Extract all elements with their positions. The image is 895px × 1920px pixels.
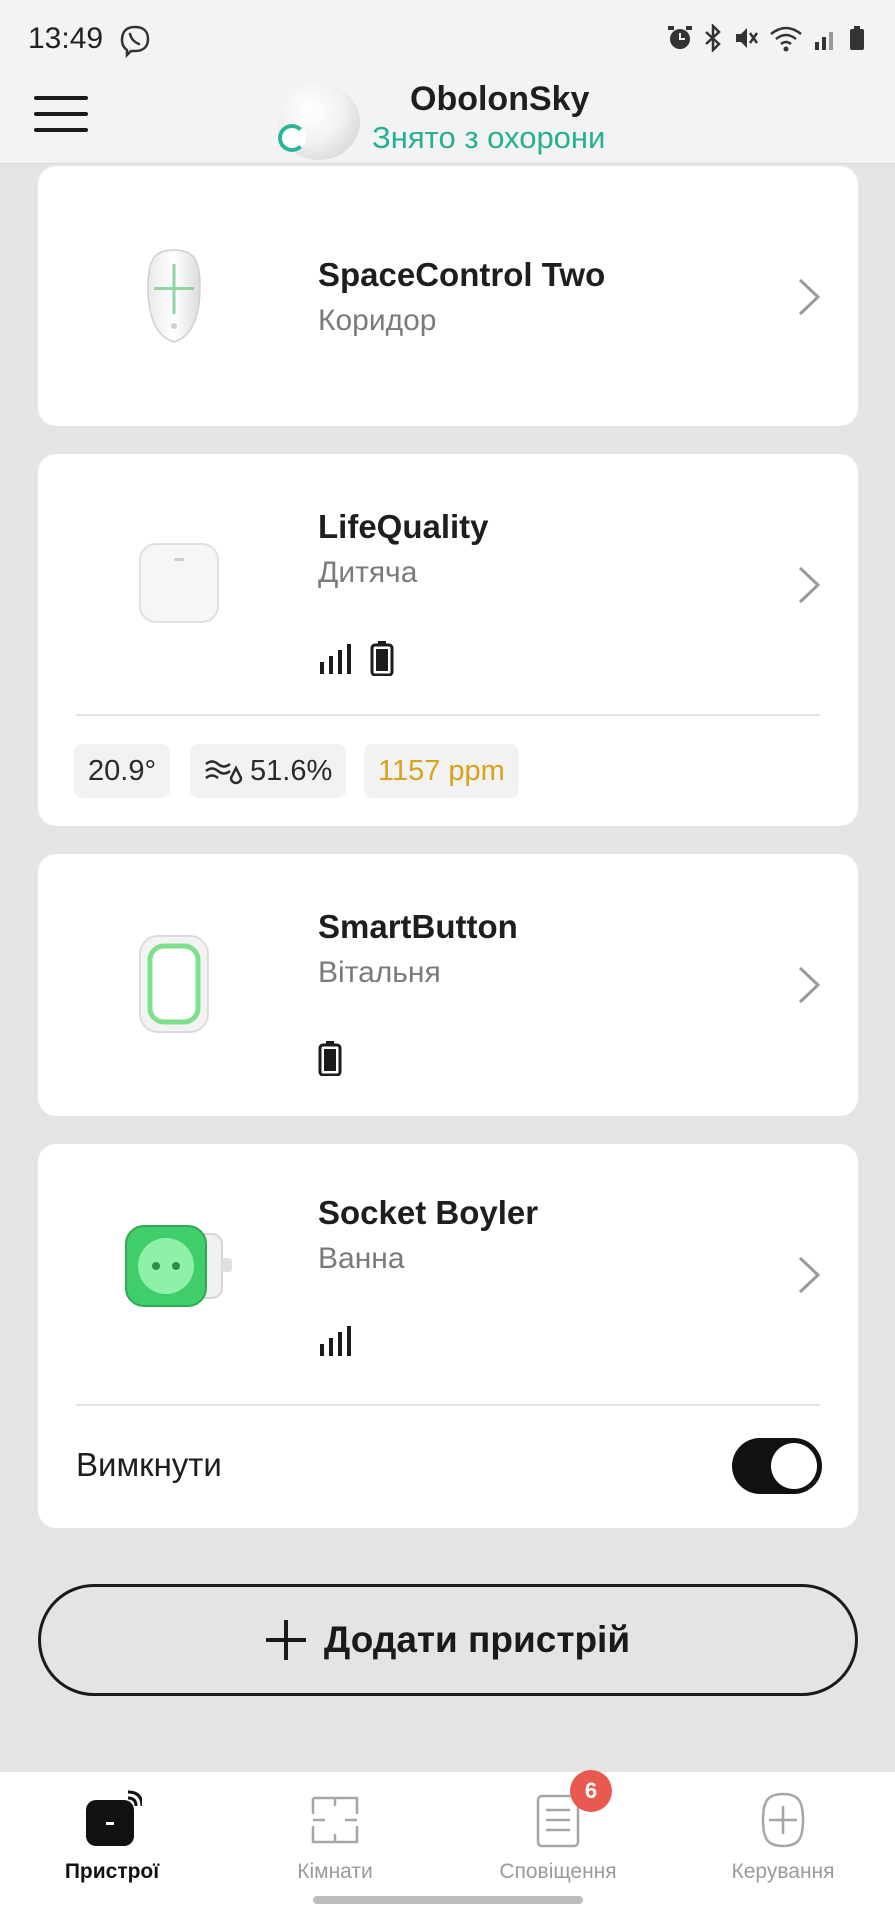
chevron-right-icon (798, 1256, 821, 1294)
battery-level-icon (318, 1041, 342, 1076)
battery-level-icon (370, 641, 394, 676)
device-name: SmartButton (318, 908, 518, 945)
chevron-right-icon (798, 966, 821, 1004)
humidity-value: 51.6% (250, 754, 333, 787)
loading-spinner-icon (278, 124, 306, 152)
device-name: Socket Boyler (318, 1194, 539, 1231)
status-icons (667, 24, 865, 52)
socket-power-toggle[interactable] (732, 1438, 822, 1494)
nav-tab-control[interactable]: Керування (683, 1790, 883, 1884)
humidity-chip: 51.6% (190, 744, 347, 798)
device-card-socket[interactable]: Socket Boyler Ванна Вимкнути (38, 1144, 858, 1528)
device-name: LifeQuality (318, 508, 489, 545)
socket-image (125, 1225, 232, 1307)
bluetooth-icon (705, 24, 721, 52)
nav-tab-devices[interactable]: Пристрої (12, 1790, 212, 1884)
devices-icon (86, 1790, 142, 1846)
hub-status: Знято з охорони (372, 120, 606, 155)
plus-icon (265, 1620, 306, 1660)
nav-label: Пристрої (64, 1860, 160, 1883)
hub-name[interactable]: ObolonSky (410, 80, 589, 119)
humidity-icon (205, 760, 243, 785)
battery-icon (850, 26, 864, 50)
socket-toggle-label: Вимкнути (76, 1446, 222, 1483)
rooms-icon (311, 1796, 359, 1844)
signal-icon (815, 32, 833, 50)
mute-icon (736, 28, 759, 48)
nav-label: Кімнати (297, 1860, 373, 1883)
device-room: Вітальня (318, 956, 441, 989)
chevron-right-icon (798, 566, 821, 604)
notifications-badge: 6 (570, 1770, 612, 1812)
signal-strength-icon (320, 1326, 351, 1356)
signal-strength-icon (320, 644, 351, 674)
device-name: SpaceControl Two (318, 256, 606, 293)
device-indicators (318, 640, 394, 676)
add-device-button[interactable]: Додати пристрій (38, 1584, 858, 1696)
status-time: 13:49 (28, 22, 104, 55)
device-card-spacecontrol[interactable]: SpaceControl Two Коридор (38, 166, 858, 426)
smartbutton-image (139, 935, 209, 1033)
device-room: Дитяча (318, 556, 418, 589)
device-room: Коридор (318, 304, 437, 337)
nav-tab-rooms[interactable]: Кімнати (235, 1790, 435, 1884)
device-card-lifequality[interactable]: LifeQuality Дитяча 20.9° 51.6% 1157 ppm (38, 454, 858, 826)
chevron-right-icon (798, 278, 821, 316)
device-card-smartbutton[interactable]: SmartButton Вітальня (38, 854, 858, 1116)
control-icon (761, 1792, 805, 1848)
spacecontrol-image (147, 249, 201, 343)
card-divider (76, 1404, 820, 1406)
co2-chip: 1157 ppm (364, 744, 519, 798)
nav-label: Сповіщення (499, 1860, 617, 1883)
home-indicator[interactable] (313, 1896, 583, 1904)
app-header: ObolonSky Знято з охорони (0, 80, 895, 164)
wifi-icon (770, 26, 802, 52)
menu-button[interactable] (34, 92, 88, 140)
add-device-label: Додати пристрій (323, 1619, 631, 1660)
temperature-chip: 20.9° (74, 744, 171, 798)
nav-tab-notifications[interactable]: 6 Сповіщення (458, 1770, 658, 1884)
toggle-knob (771, 1443, 817, 1489)
device-room: Ванна (318, 1242, 405, 1275)
card-divider (76, 714, 820, 716)
device-indicators (318, 1324, 352, 1358)
viber-icon (120, 25, 150, 58)
nav-label: Керування (731, 1860, 835, 1883)
device-indicators (318, 1040, 342, 1076)
alarm-icon (668, 26, 692, 49)
lifequality-image (139, 543, 219, 623)
status-bar: 13:49 (0, 0, 895, 80)
